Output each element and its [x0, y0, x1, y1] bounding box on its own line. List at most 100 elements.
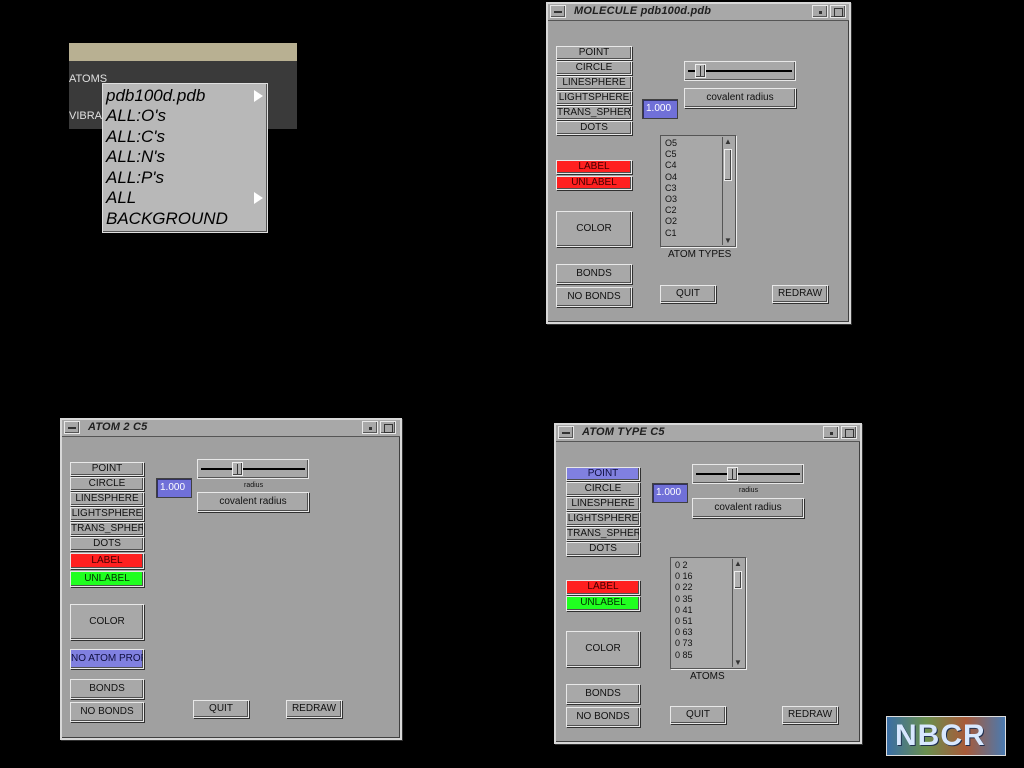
bonds-button[interactable]: BONDS: [70, 679, 144, 699]
lightsphere-button[interactable]: LIGHTSPHERE: [566, 512, 640, 526]
scroll-down-icon[interactable]: ▼: [724, 236, 732, 245]
atoms-list[interactable]: 0 2 0 16 0 22 0 35 0 41 0 51 0 63 0 73 0…: [670, 557, 746, 669]
label-button[interactable]: LABEL: [70, 553, 144, 569]
no-bonds-button[interactable]: NO BONDS: [70, 702, 144, 722]
unlabel-button[interactable]: UNLABEL: [556, 176, 632, 190]
list-scrollbar[interactable]: ▲ ▼: [732, 559, 744, 667]
maximize-icon[interactable]: [380, 421, 396, 434]
list-item[interactable]: C3: [665, 183, 677, 194]
list-item[interactable]: 0 22: [675, 582, 693, 593]
scroll-knob[interactable]: [734, 571, 742, 589]
circle-button[interactable]: CIRCLE: [70, 477, 144, 491]
lightsphere-button[interactable]: LIGHTSPHERE: [556, 91, 632, 105]
list-item[interactable]: O2: [665, 216, 677, 227]
list-item[interactable]: 0 2: [675, 560, 693, 571]
scroll-down-icon[interactable]: ▼: [734, 658, 742, 667]
minimize-icon[interactable]: [823, 426, 839, 439]
list-item[interactable]: C1: [665, 228, 677, 239]
covalent-radius-button[interactable]: covalent radius: [692, 498, 804, 518]
list-scrollbar[interactable]: ▲ ▼: [722, 137, 734, 245]
bonds-button[interactable]: BONDS: [556, 264, 632, 284]
redraw-button[interactable]: REDRAW: [772, 285, 828, 303]
radius-slider[interactable]: [684, 61, 796, 81]
menu-item-all[interactable]: ALL: [106, 188, 136, 208]
point-button[interactable]: POINT: [556, 46, 632, 60]
dots-button[interactable]: DOTS: [566, 542, 640, 556]
dots-button[interactable]: DOTS: [556, 121, 632, 135]
quit-button[interactable]: QUIT: [660, 285, 716, 303]
label-button[interactable]: LABEL: [566, 580, 640, 595]
list-item[interactable]: C5: [665, 149, 677, 160]
label-button[interactable]: LABEL: [556, 160, 632, 174]
color-button[interactable]: COLOR: [556, 211, 632, 247]
no-atom-prop-button[interactable]: NO ATOM PROP: [70, 649, 144, 669]
list-item[interactable]: O5: [665, 138, 677, 149]
menu-item-background[interactable]: BACKGROUND: [106, 209, 228, 229]
list-item[interactable]: 0 16: [675, 571, 693, 582]
bonds-button[interactable]: BONDS: [566, 684, 640, 704]
tab-vibra[interactable]: VIBRA: [69, 110, 102, 122]
scroll-knob[interactable]: [724, 149, 732, 181]
menu-item-all-p[interactable]: ALL:P's: [106, 168, 164, 188]
list-item[interactable]: 0 73: [675, 638, 693, 649]
linesphere-button[interactable]: LINESPHERE: [556, 76, 632, 90]
list-item[interactable]: 0 35: [675, 594, 693, 605]
trans-sphere-button[interactable]: TRANS_SPHERE: [566, 527, 640, 541]
no-bonds-button[interactable]: NO BONDS: [566, 707, 640, 727]
circle-button[interactable]: CIRCLE: [556, 61, 632, 75]
molecule-titlebar[interactable]: MOLECULE pdb100d.pdb: [548, 4, 849, 21]
redraw-button[interactable]: REDRAW: [286, 700, 342, 718]
linesphere-button[interactable]: LINESPHERE: [70, 492, 144, 506]
radius-slider[interactable]: [197, 459, 309, 479]
quit-button[interactable]: QUIT: [193, 700, 249, 718]
minimize-icon[interactable]: [812, 5, 828, 18]
menu-item-all-c[interactable]: ALL:C's: [106, 127, 165, 147]
no-bonds-button[interactable]: NO BONDS: [556, 287, 632, 307]
covalent-radius-button[interactable]: covalent radius: [197, 492, 309, 512]
trans-sphere-button[interactable]: TRANS_SPHERE: [70, 522, 144, 536]
slider-thumb[interactable]: [726, 467, 738, 481]
list-item[interactable]: C2: [665, 205, 677, 216]
color-button[interactable]: COLOR: [70, 604, 144, 640]
lightsphere-button[interactable]: LIGHTSPHERE: [70, 507, 144, 521]
covalent-radius-button[interactable]: covalent radius: [684, 88, 796, 108]
window-menu-icon[interactable]: [64, 421, 80, 434]
slider-thumb[interactable]: [694, 64, 706, 78]
maximize-icon[interactable]: [841, 426, 857, 439]
slider-thumb[interactable]: [231, 462, 243, 476]
radius-input[interactable]: 1.000: [652, 483, 688, 503]
radius-input[interactable]: 1.000: [156, 478, 192, 498]
circle-button[interactable]: CIRCLE: [566, 482, 640, 496]
window-menu-icon[interactable]: [550, 5, 566, 18]
unlabel-button[interactable]: UNLABEL: [566, 596, 640, 611]
list-item[interactable]: 0 51: [675, 616, 693, 627]
menu-item-all-n[interactable]: ALL:N's: [106, 147, 165, 167]
quit-button[interactable]: QUIT: [670, 706, 726, 724]
atom-types-list[interactable]: O5 C5 C4 O4 C3 O3 C2 O2 C1 ▲ ▼: [660, 135, 736, 247]
radius-slider[interactable]: [692, 464, 804, 484]
scroll-up-icon[interactable]: ▲: [734, 559, 742, 568]
redraw-button[interactable]: REDRAW: [782, 706, 838, 724]
atom-type-titlebar[interactable]: ATOM TYPE C5: [556, 425, 860, 442]
window-menu-icon[interactable]: [558, 426, 574, 439]
linesphere-button[interactable]: LINESPHERE: [566, 497, 640, 511]
list-item[interactable]: C4: [665, 160, 677, 171]
dots-button[interactable]: DOTS: [70, 537, 144, 551]
menu-item-pdb[interactable]: pdb100d.pdb: [106, 86, 205, 106]
scroll-up-icon[interactable]: ▲: [724, 137, 732, 146]
list-item[interactable]: 0 85: [675, 650, 693, 661]
unlabel-button[interactable]: UNLABEL: [70, 571, 144, 587]
trans-sphere-button[interactable]: TRANS_SPHERE: [556, 106, 632, 120]
list-item[interactable]: O4: [665, 172, 677, 183]
menu-item-all-o[interactable]: ALL:O's: [106, 106, 166, 126]
atom-titlebar[interactable]: ATOM 2 C5: [62, 420, 400, 437]
list-item[interactable]: O3: [665, 194, 677, 205]
radius-input[interactable]: 1.000: [642, 99, 678, 119]
color-button[interactable]: COLOR: [566, 631, 640, 667]
minimize-icon[interactable]: [362, 421, 378, 434]
point-button[interactable]: POINT: [566, 467, 640, 481]
list-item[interactable]: 0 41: [675, 605, 693, 616]
maximize-icon[interactable]: [830, 5, 846, 18]
list-item[interactable]: 0 63: [675, 627, 693, 638]
point-button[interactable]: POINT: [70, 462, 144, 476]
